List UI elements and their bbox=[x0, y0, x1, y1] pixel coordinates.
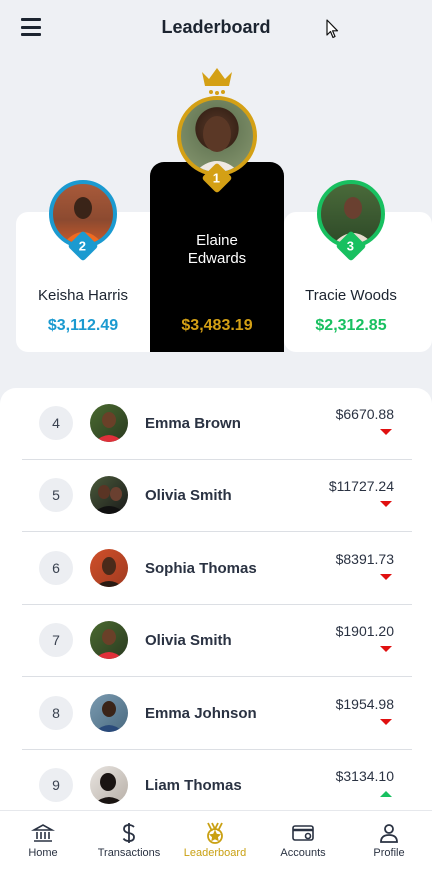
card-icon bbox=[292, 825, 314, 841]
podium-first-amount: $3,483.19 bbox=[181, 317, 253, 334]
list-item-amount: $1901.20 bbox=[335, 623, 394, 639]
app-header: Leaderboard bbox=[0, 0, 432, 56]
list-item[interactable]: 7 Olivia Smith $1901.20 bbox=[22, 605, 412, 677]
podium-third-name: Tracie Woods bbox=[305, 287, 397, 304]
list-item[interactable]: 4 Emma Brown $6670.88 bbox=[22, 388, 412, 460]
rank-number: 8 bbox=[39, 696, 73, 730]
list-item-amount: $8391.73 bbox=[335, 551, 394, 567]
list-item[interactable]: 6 Sophia Thomas $8391.73 bbox=[22, 533, 412, 605]
rank-number: 9 bbox=[39, 768, 73, 802]
avatar bbox=[90, 549, 128, 587]
list-item-name: Liam Thomas bbox=[145, 777, 242, 794]
list-item-amount: $11727.24 bbox=[328, 478, 394, 494]
medal-icon bbox=[207, 822, 223, 844]
trend-down-icon bbox=[380, 719, 392, 725]
list-item[interactable]: 5 Olivia Smith $11727.24 bbox=[22, 460, 412, 532]
list-item-amount: $1954.98 bbox=[335, 696, 394, 712]
dollar-icon bbox=[122, 823, 135, 843]
trend-down-icon bbox=[380, 574, 392, 580]
podium-second-amount: $3,112.49 bbox=[47, 317, 119, 334]
list-item-name: Sophia Thomas bbox=[145, 560, 257, 577]
list-item-name: Olivia Smith bbox=[145, 487, 232, 504]
nav-home[interactable]: Home bbox=[0, 811, 86, 871]
bottom-navigation: Home Transactions Leaderboard Accounts P… bbox=[0, 810, 432, 878]
trend-down-icon bbox=[380, 646, 392, 652]
list-item-name: Emma Brown bbox=[145, 415, 241, 432]
list-item-amount: $3134.10 bbox=[335, 768, 394, 784]
rank-number: 6 bbox=[39, 551, 73, 585]
list-item-amount: $6670.88 bbox=[335, 406, 394, 422]
crown-icon bbox=[202, 68, 232, 95]
list-item-name: Emma Johnson bbox=[145, 705, 257, 722]
avatar bbox=[90, 621, 128, 659]
page-title: Leaderboard bbox=[161, 17, 271, 37]
nav-profile[interactable]: Profile bbox=[346, 811, 432, 871]
podium-third-amount: $2,312.85 bbox=[315, 317, 387, 334]
list-item[interactable]: 8 Emma Johnson $1954.98 bbox=[22, 678, 412, 750]
bank-icon bbox=[31, 824, 55, 842]
trend-down-icon bbox=[380, 501, 392, 507]
trend-up-icon bbox=[380, 791, 392, 797]
avatar bbox=[90, 404, 128, 442]
ranking-list: 4 Emma Brown $6670.88 5 Olivia Smith $11… bbox=[0, 388, 432, 828]
avatar bbox=[90, 476, 128, 514]
trend-down-icon bbox=[380, 429, 392, 435]
podium-second-name: Keisha Harris bbox=[37, 287, 129, 304]
list-item-name: Olivia Smith bbox=[145, 632, 232, 649]
podium-first-name: Elaine Edwards bbox=[187, 232, 247, 267]
avatar bbox=[90, 766, 128, 804]
rank-number: 7 bbox=[39, 623, 73, 657]
person-icon bbox=[380, 824, 398, 843]
nav-leaderboard[interactable]: Leaderboard bbox=[172, 811, 258, 871]
nav-transactions[interactable]: Transactions bbox=[86, 811, 172, 871]
rank-number: 4 bbox=[39, 406, 73, 440]
avatar bbox=[90, 694, 128, 732]
nav-accounts[interactable]: Accounts bbox=[260, 811, 346, 871]
rank-number: 5 bbox=[39, 478, 73, 512]
mouse-cursor-icon bbox=[326, 19, 339, 39]
